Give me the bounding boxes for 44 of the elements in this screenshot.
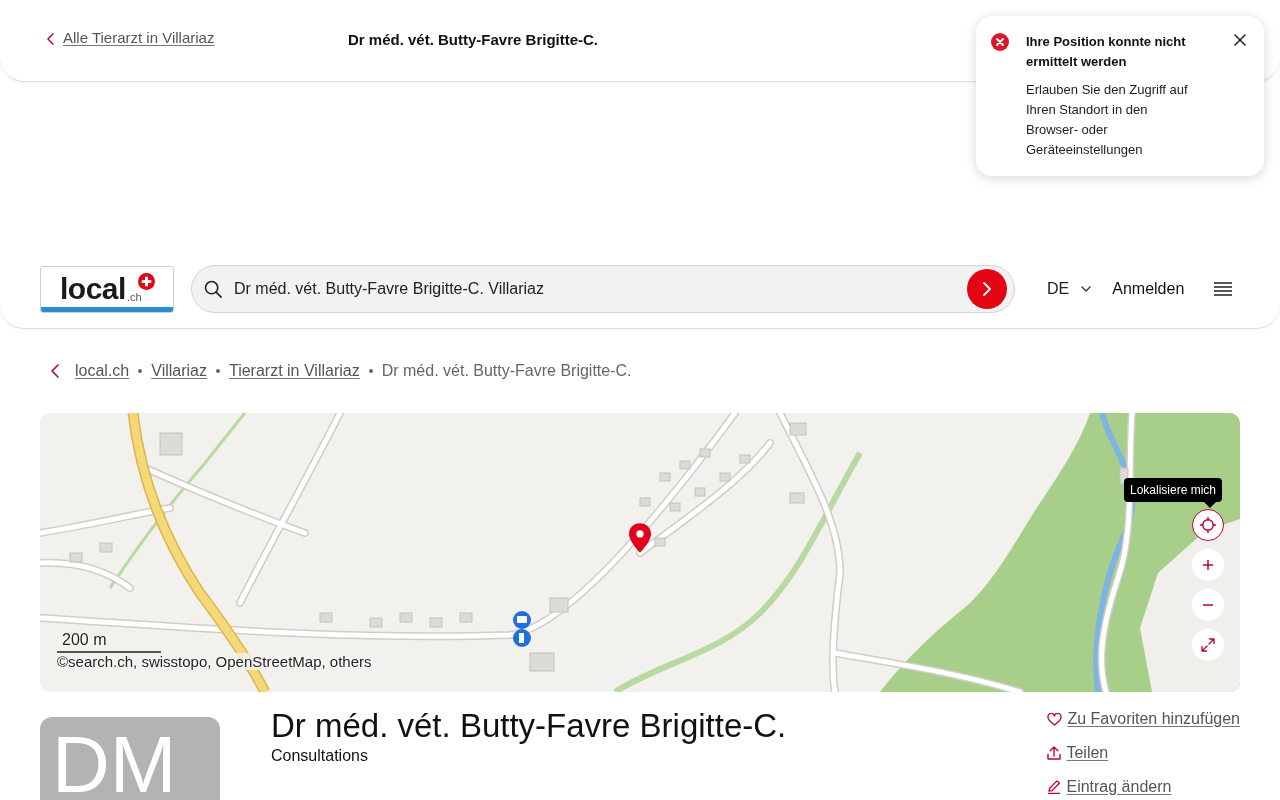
chevron-left-icon [51,364,59,378]
breadcrumb-link[interactable]: local.ch [75,359,130,383]
logo[interactable]: local.ch [40,265,174,313]
breadcrumb-link[interactable]: Tierarzt in Villariaz [229,359,360,383]
tooltip: Lokalisiere mich [1123,478,1222,508]
search-icon [204,280,222,298]
caret-down-icon [1081,286,1092,292]
upload-icon [1047,746,1062,760]
scale-label: 200 m [62,631,107,649]
favorite-link[interactable]: Zu Favoriten hinzufügen [1047,706,1240,732]
logo-domain: .ch [126,290,142,303]
breadcrumb-current: Dr méd. vét. Butty-Favre Brigitte-C. [381,361,632,381]
share-link[interactable]: Teilen [1047,740,1240,766]
chevron-right-icon [983,282,991,296]
map-attribution: ©search.ch, swisstopo, OpenStreetMap, others [57,653,372,670]
notification-title: Ihre Position konnte nicht ermittelt werden [1026,33,1187,71]
listing-title: Dr méd. vét. Butty-Favre Brigitte-C. [271,706,787,746]
chevron-left-icon [47,32,54,45]
expand-icon [1201,638,1215,652]
language-dropdown[interactable]: DE [1047,277,1092,301]
logo-wordmark: local [60,273,126,304]
close-icon [1234,34,1246,46]
search-button[interactable] [967,269,1007,309]
back-link[interactable]: Alle Tierarzt in Villariaz [47,27,215,50]
search-field[interactable]: Dr méd. vét. Butty-Favre Brigitte-C. Villariaz [191,265,1015,313]
crosshair-icon [1200,517,1216,533]
page-title: Dr méd. vét. Butty-Favre Brigitte-C. [348,30,599,51]
back-button[interactable] [51,364,59,378]
edit-entry-link[interactable]: Eintrag ändern [1047,774,1240,800]
plus-icon [1203,560,1213,570]
close-button[interactable] [1234,34,1246,46]
breadcrumb-link[interactable]: Villariaz [151,359,207,383]
notification-message: Erlauben Sie den Zugriff auf Ihren Standort in den Browser- oder Geräteeinstellungen [1026,81,1189,159]
error-icon [991,33,1009,51]
listing-category: Consultations [271,746,369,766]
heart-icon [1047,712,1063,726]
map-pin-icon[interactable] [629,523,651,553]
login-link[interactable]: Anmelden [1112,277,1185,301]
menu-icon [1214,282,1233,296]
pencil-icon [1047,780,1062,794]
menu-button[interactable] [1214,282,1233,296]
avatar-initials: DM [52,735,177,795]
swiss-cross-icon [138,272,155,290]
minus-icon [1203,604,1213,606]
